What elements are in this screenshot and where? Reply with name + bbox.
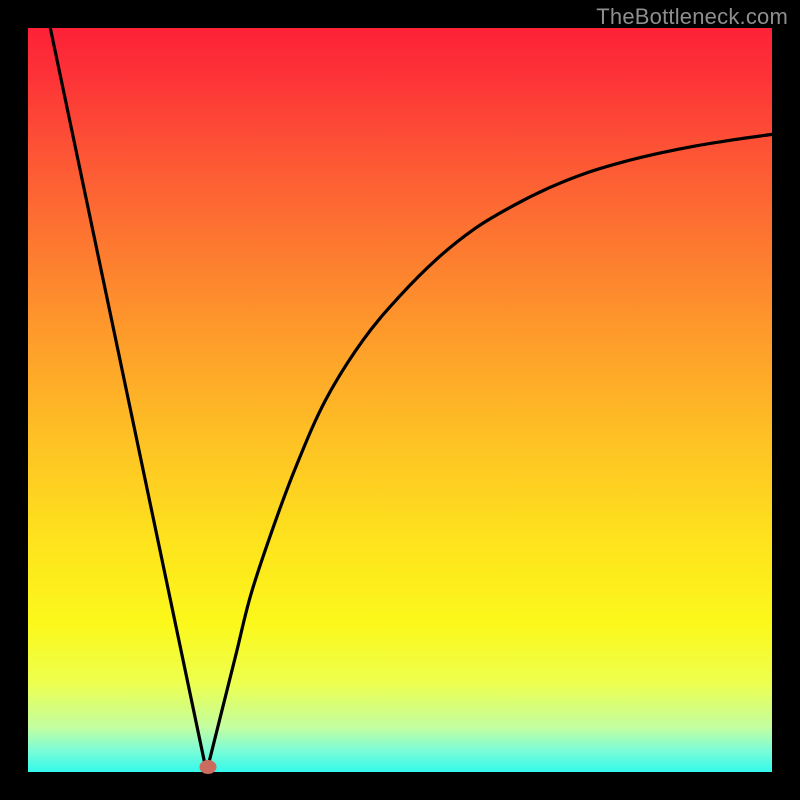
curve-svg — [28, 28, 772, 772]
attribution-text: TheBottleneck.com — [596, 4, 788, 30]
chart-frame: TheBottleneck.com — [0, 0, 800, 800]
min-marker — [200, 760, 217, 774]
plot-area — [28, 28, 772, 772]
curve-right — [207, 134, 772, 772]
curve-left — [50, 28, 206, 772]
